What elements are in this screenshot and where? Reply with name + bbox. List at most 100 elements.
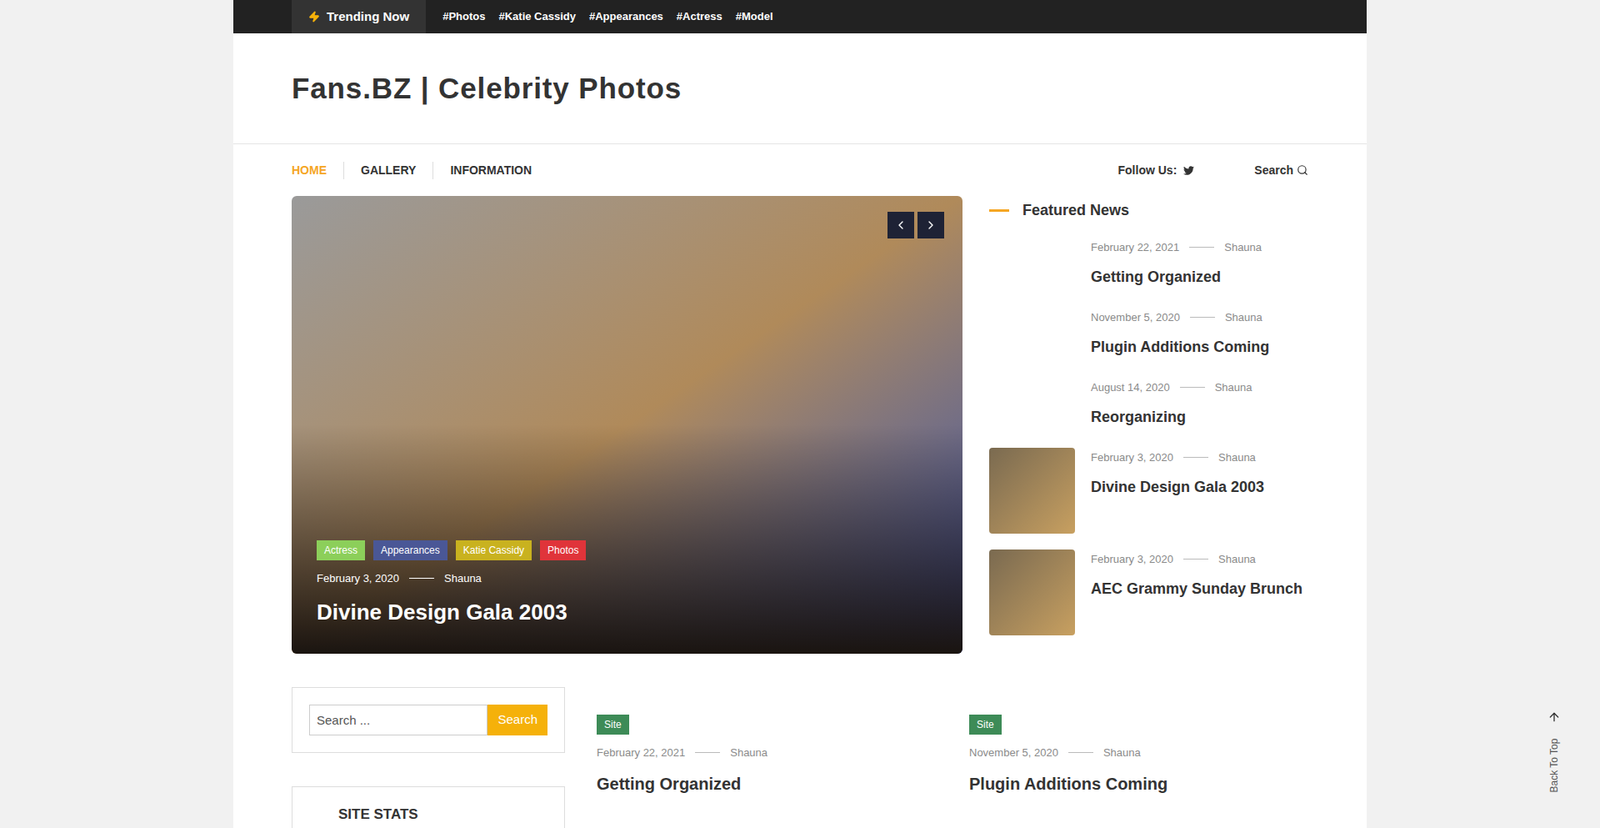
- chevron-right-icon: [924, 218, 938, 232]
- post-meta: February 3, 2020 Shauna: [1090, 550, 1303, 568]
- slider-caption: Actress Appearances Katie Cassidy Photos Feb…: [316, 540, 586, 630]
- site-title[interactable]: Fans.BZ | Celebrity Photos: [291, 66, 682, 111]
- nav-item[interactable]: GALLERY: [343, 161, 433, 180]
- post-card[interactable]: Site November 5, 2020 Shauna Plugin Additio…: [969, 714, 1309, 828]
- page: Trending Now #Photos #Katie Cassidy #Appear…: [0, 0, 1600, 828]
- stats-widget: SITE STATS: [291, 785, 565, 828]
- featured-item[interactable]: August 14, 2020 Shauna Reorganizing: [989, 377, 1309, 448]
- next-button[interactable]: [917, 211, 945, 239]
- hero-row: Actress Appearances Katie Cassidy Photos Feb…: [233, 195, 1367, 654]
- post-meta: February 22, 2021 Shauna: [596, 744, 936, 761]
- category-tag[interactable]: Katie Cassidy: [455, 540, 532, 560]
- search-input[interactable]: [309, 704, 488, 735]
- post-date[interactable]: February 22, 2021: [596, 744, 685, 761]
- slider-tags: Actress Appearances Katie Cassidy Photos: [316, 540, 586, 560]
- post-meta: November 5, 2020 Shauna: [969, 744, 1309, 761]
- sidebar: Search SITE STATS: [291, 686, 565, 828]
- post-date[interactable]: November 5, 2020: [969, 744, 1059, 761]
- slider-photo: [291, 195, 963, 654]
- chevron-left-icon: [894, 218, 908, 232]
- header: Fans.BZ | Celebrity Photos: [233, 33, 1367, 145]
- twitter-icon[interactable]: [1183, 165, 1195, 176]
- meta-divider: [1068, 751, 1094, 753]
- featured-item[interactable]: February 3, 2020 Shauna AEC Grammy Sunday …: [989, 549, 1309, 651]
- post-meta: August 14, 2020 Shauna: [1090, 379, 1253, 396]
- arrow-up-icon: [1547, 710, 1561, 724]
- featured-news: Featured News February 22, 2021 Shauna Gett…: [989, 195, 1309, 654]
- post-date[interactable]: February 3, 2020: [316, 570, 400, 587]
- featured-heading: Featured News: [989, 197, 1309, 223]
- post-meta: February 3, 2020 Shauna: [316, 570, 586, 587]
- search-button[interactable]: Search: [487, 704, 548, 735]
- post-author[interactable]: Shauna: [730, 744, 768, 761]
- post-date[interactable]: February 3, 2020: [1090, 550, 1174, 568]
- nav-item[interactable]: INFORMATION: [432, 161, 549, 180]
- featured-title[interactable]: Reorganizing: [1090, 405, 1253, 429]
- prev-button[interactable]: [887, 211, 915, 239]
- post-category[interactable]: Site: [969, 714, 1002, 735]
- nav-bar: HOMEGALLERYINFORMATION Follow Us: Search: [233, 144, 1367, 196]
- post-author[interactable]: Shauna: [444, 570, 482, 587]
- post-date[interactable]: February 22, 2021: [1090, 239, 1180, 256]
- post-author[interactable]: Shauna: [1103, 744, 1141, 761]
- content-row: Search SITE STATS Site February 22, 2021 Sha…: [233, 686, 1367, 828]
- featured-title[interactable]: Divine Design Gala 2003: [1090, 475, 1265, 499]
- search-widget: Search: [291, 686, 565, 753]
- slider[interactable]: Actress Appearances Katie Cassidy Photos Feb…: [291, 195, 963, 654]
- nav-item[interactable]: HOME: [291, 161, 344, 180]
- post-author[interactable]: Shauna: [1225, 309, 1263, 326]
- meta-divider: [1190, 316, 1215, 318]
- meta-divider: [1189, 246, 1215, 248]
- trending-tag[interactable]: #Appearances: [589, 8, 664, 25]
- trending-tag[interactable]: #Photos: [442, 8, 485, 25]
- post-date[interactable]: February 3, 2020: [1090, 449, 1174, 466]
- slider-arrows: [887, 211, 945, 239]
- lightning-icon: [308, 10, 320, 23]
- posts-grid: Site February 22, 2021 Shauna Getting Organ…: [596, 686, 1309, 828]
- trending-tag[interactable]: #Actress: [676, 8, 723, 25]
- post-meta: February 3, 2020 Shauna: [1090, 449, 1265, 466]
- top-bar: Trending Now #Photos #Katie Cassidy #Appear…: [233, 0, 1367, 34]
- site-container: Trending Now #Photos #Katie Cassidy #Appear…: [233, 0, 1367, 828]
- meta-divider: [1183, 558, 1209, 560]
- featured-item[interactable]: February 22, 2021 Shauna Getting Organized: [989, 237, 1309, 308]
- featured-item[interactable]: November 5, 2020 Shauna Plugin Additions C…: [989, 307, 1309, 378]
- meta-divider: [695, 751, 720, 753]
- post-author[interactable]: Shauna: [1218, 550, 1256, 568]
- featured-list: February 22, 2021 Shauna Getting Organized…: [989, 237, 1309, 651]
- widget-title: SITE STATS: [338, 805, 419, 822]
- meta-divider: [1180, 386, 1205, 388]
- follow-us: Follow Us:: [1118, 161, 1195, 180]
- category-tag[interactable]: Photos: [540, 540, 586, 560]
- meta-divider: [409, 577, 435, 579]
- featured-item[interactable]: February 3, 2020 Shauna Divine Design Gala…: [989, 447, 1309, 550]
- post-card[interactable]: Site February 22, 2021 Shauna Getting Organ…: [596, 714, 936, 828]
- post-author[interactable]: Shauna: [1218, 449, 1256, 466]
- category-tag[interactable]: Actress: [316, 540, 365, 560]
- post-author[interactable]: Shauna: [1224, 239, 1262, 256]
- post-author[interactable]: Shauna: [1215, 379, 1253, 396]
- trending-label: Trending Now: [291, 0, 426, 34]
- featured-title[interactable]: Plugin Additions Coming: [1090, 335, 1270, 359]
- featured-thumb: [989, 447, 1075, 534]
- post-date[interactable]: August 14, 2020: [1090, 379, 1170, 396]
- featured-thumb: [989, 549, 1075, 635]
- trending-tag[interactable]: #Model: [735, 8, 774, 25]
- featured-title[interactable]: AEC Grammy Sunday Brunch: [1090, 577, 1303, 600]
- post-title[interactable]: Plugin Additions Coming: [969, 770, 1309, 796]
- trending-tag[interactable]: #Katie Cassidy: [498, 8, 576, 25]
- nav-menu: HOMEGALLERYINFORMATION: [291, 161, 549, 180]
- heading-mark: [989, 209, 1010, 212]
- slider-title[interactable]: Divine Design Gala 2003: [316, 595, 586, 629]
- trending-tags: #Photos #Katie Cassidy #Appearances #Actres…: [442, 8, 773, 25]
- back-to-top[interactable]: Back To Top: [1544, 710, 1565, 799]
- search-toggle[interactable]: Search: [1254, 161, 1309, 180]
- search-icon: [1296, 164, 1309, 176]
- post-date[interactable]: November 5, 2020: [1090, 309, 1180, 326]
- post-title[interactable]: Getting Organized: [596, 770, 936, 796]
- post-category[interactable]: Site: [596, 714, 630, 735]
- featured-title[interactable]: Getting Organized: [1090, 265, 1262, 289]
- category-tag[interactable]: Appearances: [373, 540, 448, 560]
- meta-divider: [1183, 456, 1209, 458]
